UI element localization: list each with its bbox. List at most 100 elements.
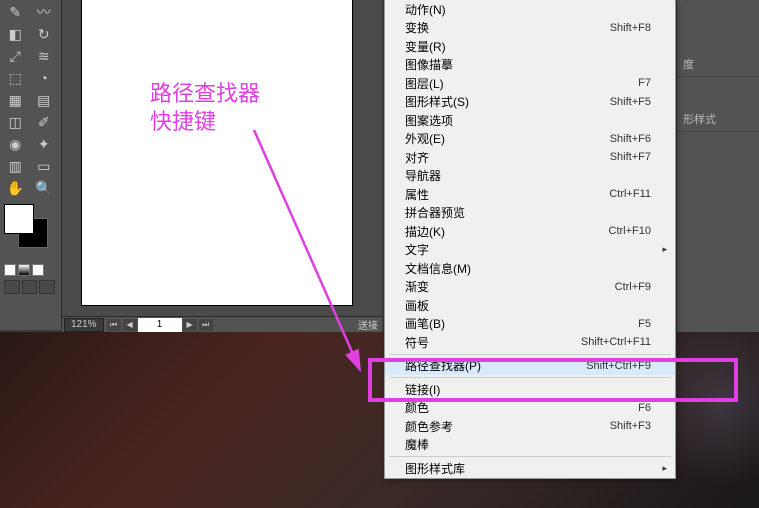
menu-item-label: 链接(I): [405, 381, 440, 398]
menu-item-shortcut: F6: [638, 402, 651, 414]
mini-swatch-none[interactable]: [32, 264, 44, 276]
menu-item-label: 图层(L): [405, 75, 444, 92]
menu-item[interactable]: 属性Ctrl+F11: [385, 185, 675, 204]
menu-item[interactable]: 文字: [385, 241, 675, 260]
screenmode-full[interactable]: [22, 280, 38, 294]
annotation-line1: 路径查找器: [150, 80, 260, 108]
menu-item[interactable]: 画笔(B)F5: [385, 315, 675, 334]
menu-separator: [389, 456, 671, 457]
menu-separator: [389, 377, 671, 378]
screenmode-normal[interactable]: [4, 280, 20, 294]
tool-artboard[interactable]: ▭: [31, 156, 58, 176]
panel-graphic-styles[interactable]: 形样式: [677, 107, 759, 132]
menu-item-label: 图形样式(S): [405, 93, 469, 110]
menu-item[interactable]: 文档信息(M): [385, 259, 675, 278]
menu-item[interactable]: 图形样式(S) Shift+F5: [385, 93, 675, 112]
menu-item[interactable]: 图层(L) F7: [385, 74, 675, 93]
page-number-input[interactable]: 1: [138, 318, 182, 332]
menu-item-label: 变量(R): [405, 38, 446, 55]
nav-last-icon[interactable]: ⏭: [199, 319, 213, 331]
screenmode-present[interactable]: [39, 280, 55, 294]
tool-width[interactable]: ≋: [31, 46, 58, 66]
menu-item[interactable]: 导航器: [385, 167, 675, 186]
menu-item-shortcut: Shift+F5: [610, 96, 651, 108]
menu-item-label: 颜色参考: [405, 418, 453, 435]
menu-item-shortcut: Ctrl+F11: [609, 188, 651, 200]
menu-item[interactable]: 变换Shift+F8: [385, 19, 675, 38]
panel-opacity[interactable]: 度: [677, 52, 759, 77]
menu-item[interactable]: 渐变 Ctrl+F9: [385, 278, 675, 297]
menu-item-label: 符号: [405, 334, 429, 351]
menu-item-label: 图形样式库: [405, 460, 465, 477]
menu-item[interactable]: 魔棒: [385, 436, 675, 455]
fill-swatch[interactable]: [4, 204, 34, 234]
tool-eraser[interactable]: ◧: [2, 24, 29, 44]
menu-item-shortcut: Ctrl+F10: [609, 225, 652, 237]
menu-item-shortcut: Ctrl+F9: [615, 281, 651, 293]
menu-item[interactable]: 图案选项: [385, 111, 675, 130]
canvas-area: [62, 0, 382, 332]
nav-prev-icon[interactable]: ◀: [123, 319, 137, 331]
tool-mesh[interactable]: ▤: [31, 90, 58, 110]
menu-item[interactable]: 描边(K) Ctrl+F10: [385, 222, 675, 241]
menu-item-label: 文字: [405, 241, 429, 258]
tool-eyedropper[interactable]: ✐: [31, 112, 58, 132]
menu-item-label: 动作(N): [405, 1, 446, 18]
menu-item[interactable]: 动作(N): [385, 0, 675, 19]
menu-item[interactable]: 颜色F6: [385, 399, 675, 418]
mini-swatch-gradient[interactable]: [18, 264, 30, 276]
menu-item[interactable]: 符号 Shift+Ctrl+F11: [385, 333, 675, 352]
tools-panel: ✎〰 ◧↻ ⤢≋ ⬚◔ ▦▤ ◫✐ ◉✦ ▥▭ ✋🔍: [0, 0, 62, 330]
menu-item-label: 导航器: [405, 167, 441, 184]
nav-first-icon[interactable]: ⏮: [107, 319, 121, 331]
menu-item[interactable]: 颜色参考 Shift+F3: [385, 417, 675, 436]
tool-freetransform[interactable]: ⬚: [2, 68, 29, 88]
tool-brush[interactable]: 〰: [31, 2, 58, 22]
menu-item-shortcut: F7: [638, 77, 651, 89]
tool-zoom[interactable]: 🔍: [31, 178, 58, 198]
window-menu: 动作(N)变换Shift+F8变量(R)图像描摹图层(L) F7 图形样式(S) Sh…: [384, 0, 676, 479]
tool-symbol[interactable]: ✦: [31, 134, 58, 154]
zoom-value[interactable]: 121%: [64, 318, 104, 332]
right-panel-dock: 度 形样式: [676, 0, 759, 332]
menu-item-label: 描边(K): [405, 223, 445, 240]
menu-item-label: 魔棒: [405, 436, 429, 453]
menu-item[interactable]: 画板: [385, 296, 675, 315]
menu-item-label: 外观(E): [405, 130, 445, 147]
menu-item-label: 对齐: [405, 149, 429, 166]
menu-item[interactable]: 外观(E) Shift+F6: [385, 130, 675, 149]
menu-item-shortcut: F5: [638, 318, 651, 330]
menu-item-shortcut: Shift+Ctrl+F11: [581, 336, 651, 348]
tool-rotate[interactable]: ↻: [31, 24, 58, 44]
menu-item[interactable]: 对齐 Shift+F7: [385, 148, 675, 167]
menu-item-label: 变换: [405, 19, 429, 36]
menu-item[interactable]: 图形样式库: [385, 459, 675, 478]
menu-item[interactable]: 变量(R): [385, 37, 675, 56]
menu-item-label: 路径查找器(P): [405, 357, 481, 374]
menu-item-shortcut: Shift+F3: [610, 420, 651, 432]
menu-item-shortcut: Shift+F6: [610, 133, 651, 145]
annotation-line2: 快捷键: [150, 108, 260, 136]
menu-item[interactable]: 路径查找器(P) Shift+Ctrl+F9: [385, 357, 675, 376]
tool-hand[interactable]: ✋: [2, 178, 29, 198]
transform-label: 送接: [358, 317, 382, 332]
menu-item[interactable]: 链接(I): [385, 380, 675, 399]
menu-item-label: 渐变: [405, 278, 429, 295]
tool-pencil[interactable]: ✎: [2, 2, 29, 22]
artboard[interactable]: [82, 0, 352, 305]
menu-item-shortcut: Shift+F7: [610, 151, 651, 163]
tool-shapebuilder[interactable]: ◔: [31, 68, 58, 88]
color-swatches[interactable]: [4, 204, 57, 258]
tool-gradient[interactable]: ◫: [2, 112, 29, 132]
menu-item-shortcut: Shift+Ctrl+F9: [586, 360, 651, 372]
menu-item[interactable]: 拼合器预览: [385, 204, 675, 223]
tool-blend[interactable]: ◉: [2, 134, 29, 154]
tool-perspective[interactable]: ▦: [2, 90, 29, 110]
menu-item[interactable]: 图像描摹: [385, 56, 675, 75]
status-bar: 121% ⏮ ◀ 1 ▶ ⏭ 送接: [62, 316, 382, 332]
nav-next-icon[interactable]: ▶: [183, 319, 197, 331]
tool-scale[interactable]: ⤢: [2, 46, 29, 66]
menu-item-label: 拼合器预览: [405, 204, 465, 221]
mini-swatch-color[interactable]: [4, 264, 16, 276]
tool-graph[interactable]: ▥: [2, 156, 29, 176]
